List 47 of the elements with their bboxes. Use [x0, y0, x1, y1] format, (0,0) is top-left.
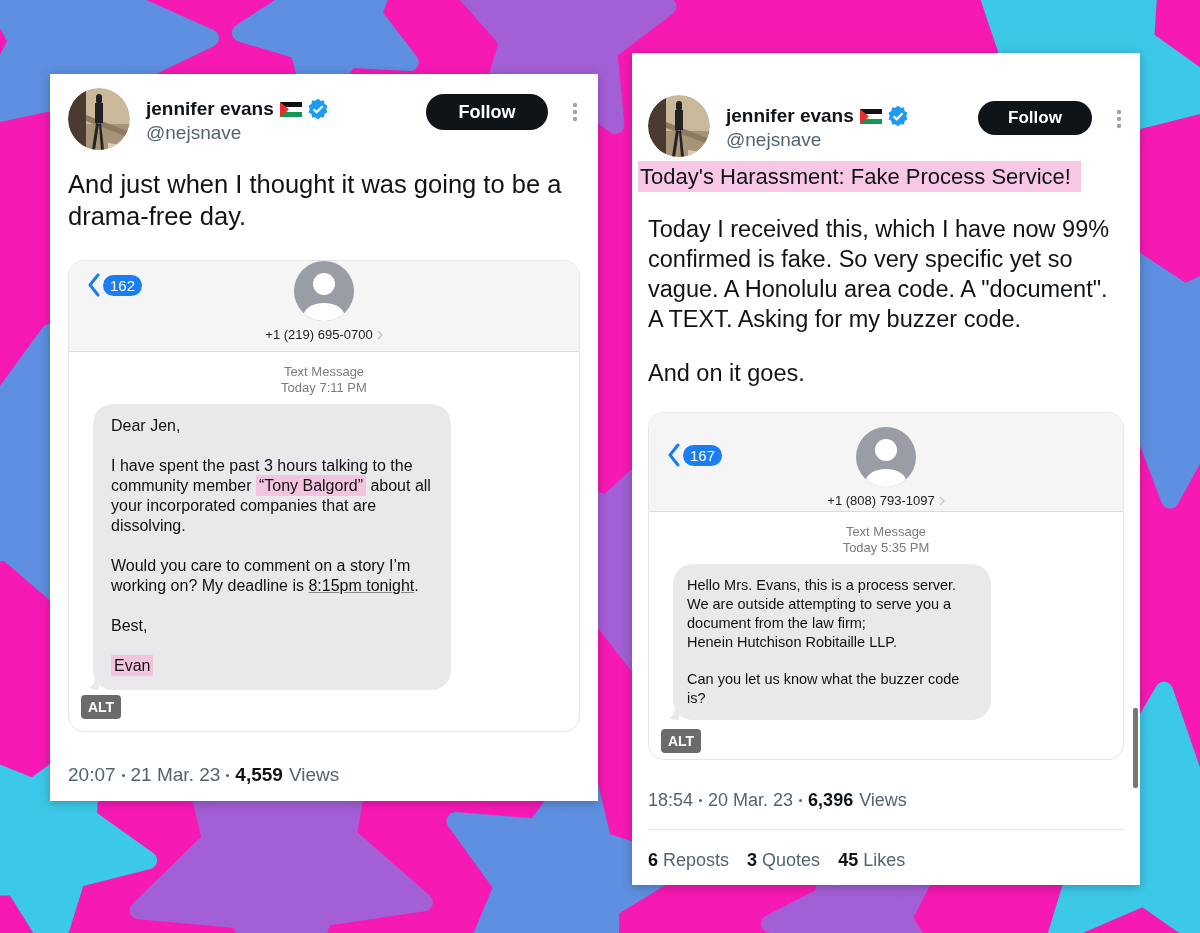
- alt-text-badge[interactable]: ALT: [661, 729, 702, 753]
- chevron-right-icon: [376, 329, 383, 340]
- post-date: 21 Mar. 23: [130, 764, 221, 786]
- message-text: Best,: [111, 616, 149, 636]
- author-name[interactable]: jennifer evans: [726, 105, 854, 127]
- engagement-stat[interactable]: 3 Quotes: [747, 850, 821, 871]
- post-date: 20 Mar. 23: [708, 790, 794, 811]
- message-text: I have spent the past 3 hours talking to the community member “Tony Balgord” about all your incorporated companies that are dissolving.: [111, 456, 432, 536]
- flag-icon: [279, 101, 302, 117]
- post-time: 18:54: [648, 790, 694, 811]
- contact-avatar-icon: [856, 427, 916, 487]
- phone-number[interactable]: +1 (219) 695-0700: [265, 327, 373, 342]
- phone-number[interactable]: +1 (808) 793-1097: [827, 493, 935, 508]
- message-text: Dear Jen,: [111, 416, 182, 436]
- view-count: 6,396: [808, 790, 854, 811]
- follow-button[interactable]: Follow: [978, 101, 1092, 135]
- more-options-icon[interactable]: [572, 102, 578, 122]
- more-options-icon[interactable]: [1116, 109, 1122, 129]
- chevron-right-icon: [938, 495, 945, 506]
- post-time: 20:07: [68, 764, 116, 786]
- post-text: Today's Harassment: Fake Process Service!: [638, 161, 1081, 192]
- engagement-stat[interactable]: 6 Reposts: [648, 850, 730, 871]
- message-text: Can you let us know what the buzzer code is?: [687, 670, 961, 708]
- back-chevron-icon: [87, 273, 101, 297]
- post-text: Today I received this, which I have now 99% confirmed is fake. So very specific yet so vague. A Honolulu area code. A "document". A TEXT. Asking for my buzzer code.: [648, 215, 1111, 334]
- post-text: And just when I thought it was going to be a drama-free day.: [68, 169, 563, 232]
- follow-button[interactable]: Follow: [426, 94, 548, 130]
- message-text: Would you care to comment on a story I’m working on? My deadline is 8:15pm tonight.: [111, 556, 420, 596]
- view-count: 4,559: [235, 764, 283, 786]
- alt-text-badge[interactable]: ALT: [81, 695, 122, 719]
- engagement-stat[interactable]: 45 Likes: [838, 850, 906, 871]
- post-text: And on it goes.: [648, 359, 806, 388]
- back-chevron-icon: [667, 443, 681, 467]
- author-name[interactable]: jennifer evans: [146, 98, 274, 120]
- message-type-label: Text Message: [282, 364, 366, 380]
- views-label: Views: [859, 790, 907, 811]
- views-label: Views: [288, 764, 340, 786]
- message-time: Today 5:35 PM: [841, 540, 931, 556]
- message-time: Today 7:11 PM: [280, 380, 368, 396]
- message-text: Hello Mrs. Evans, this is a process server. We are outside attempting to serve you a document from the law firm; Henein Hutchison Robitaille LLP.: [687, 576, 958, 652]
- flag-icon: [859, 108, 882, 124]
- author-handle[interactable]: @nejsnave: [146, 122, 410, 144]
- message-type-label: Text Message: [844, 524, 928, 540]
- unread-count-badge: 167: [683, 444, 723, 466]
- unread-count-badge: 162: [103, 274, 143, 296]
- author-handle[interactable]: @nejsnave: [726, 129, 962, 151]
- message-text: Evan: [111, 656, 433, 676]
